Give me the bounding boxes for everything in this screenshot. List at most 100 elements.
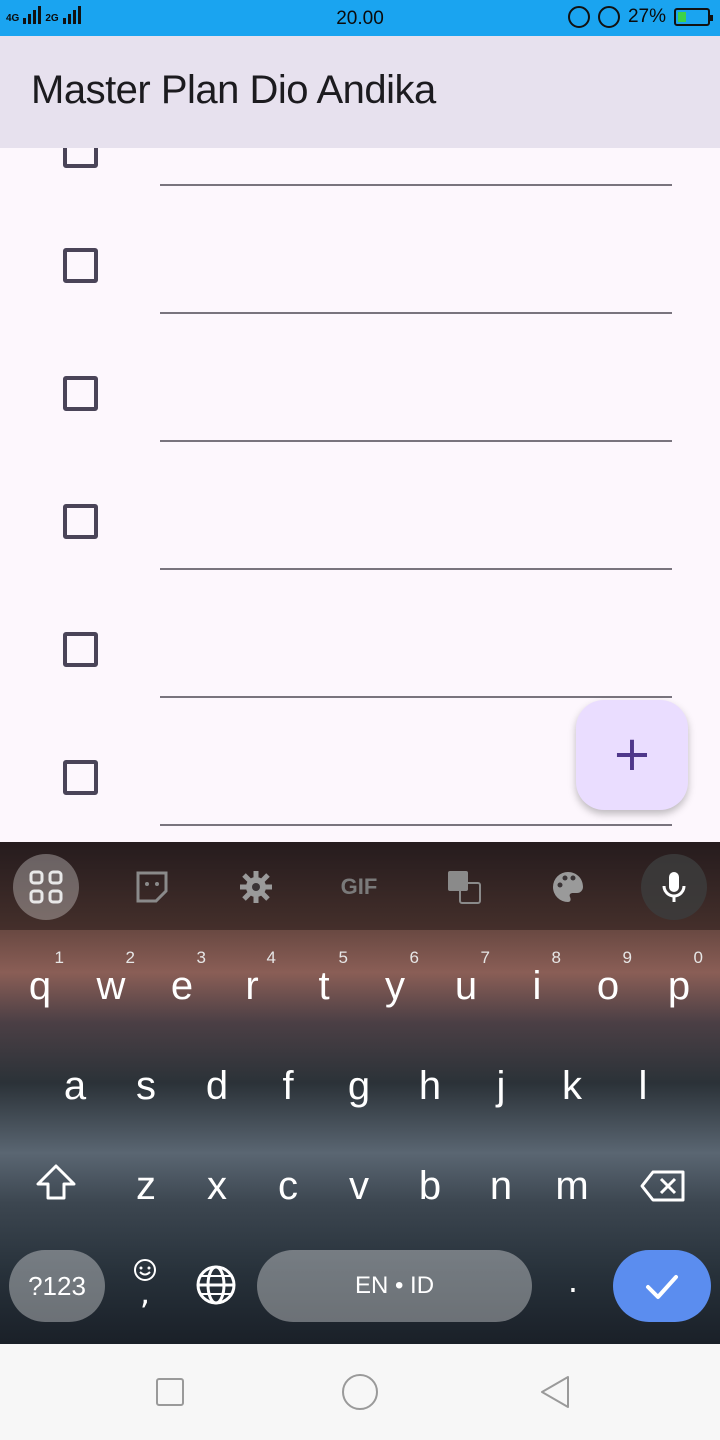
key-label: n (489, 1164, 513, 1208)
key-d[interactable]: d (187, 1042, 247, 1132)
key-label: j (496, 1064, 506, 1108)
key-label: z (136, 1164, 156, 1208)
gif-button[interactable]: GIF (326, 854, 392, 920)
key-hint: 3 (196, 948, 206, 967)
key-v[interactable]: v (329, 1142, 389, 1232)
list-item (0, 148, 720, 314)
key-i[interactable]: i8 (507, 942, 567, 1032)
app-bar: Master Plan Dio Andika (0, 36, 720, 148)
key-label: u (454, 964, 478, 1008)
key-a[interactable]: a (45, 1042, 105, 1132)
key-label: q (28, 964, 52, 1008)
gear-icon[interactable] (223, 854, 289, 920)
key-hint: 4 (266, 948, 276, 967)
key-hint: 5 (338, 948, 348, 967)
key-k[interactable]: k (542, 1042, 602, 1132)
key-label: g (347, 1064, 371, 1108)
key-x[interactable]: x (187, 1142, 247, 1232)
key-p[interactable]: p0 (649, 942, 709, 1032)
key-l[interactable]: l (613, 1042, 673, 1132)
key-q[interactable]: q1 (10, 942, 70, 1032)
key-label: v (349, 1164, 369, 1208)
key-label: e (170, 964, 194, 1008)
comma-label: , (139, 1274, 151, 1312)
key-label: c (278, 1164, 298, 1208)
task-text-field[interactable] (160, 824, 672, 826)
key-n[interactable]: n (471, 1142, 531, 1232)
key-z[interactable]: z (116, 1142, 176, 1232)
key-label: y (385, 964, 405, 1008)
key-label: h (418, 1064, 442, 1108)
sticker-icon[interactable] (119, 854, 185, 920)
key-r[interactable]: r4 (222, 942, 282, 1032)
shift-icon[interactable] (26, 1162, 86, 1222)
key-label: d (205, 1064, 229, 1108)
key-hint: 1 (54, 948, 64, 967)
list-item (0, 404, 720, 570)
key-label: p (667, 964, 691, 1008)
status-bar: 4G 2G 20.00 27% (0, 0, 720, 36)
key-hint: 8 (551, 948, 561, 967)
key-g[interactable]: g (329, 1042, 389, 1132)
key-label: m (555, 1164, 589, 1208)
key-b[interactable]: b (400, 1142, 460, 1232)
key-h[interactable]: h (400, 1042, 460, 1132)
key-hint: 9 (622, 948, 632, 967)
task-checkbox[interactable] (63, 760, 98, 795)
key-label: r (245, 964, 259, 1008)
key-f[interactable]: f (258, 1042, 318, 1132)
circle-icon[interactable] (342, 1374, 378, 1410)
key-s[interactable]: s (116, 1042, 176, 1132)
enter-button[interactable] (613, 1250, 711, 1322)
key-hint: 0 (693, 948, 703, 967)
symbols-key[interactable]: ?123 (9, 1250, 105, 1322)
square-icon[interactable] (156, 1378, 184, 1406)
battery-icon (674, 8, 713, 26)
key-hint: 6 (409, 948, 419, 967)
battery-percent: 27% (627, 6, 666, 27)
key-o[interactable]: o9 (578, 942, 638, 1032)
backspace-icon[interactable] (635, 1168, 691, 1208)
key-j[interactable]: j (471, 1042, 531, 1132)
key-label: x (207, 1164, 227, 1208)
status-right: 27% (567, 6, 713, 28)
battery-level (678, 12, 686, 22)
key-hint: 2 (125, 948, 135, 967)
key-c[interactable]: c (258, 1142, 318, 1232)
key-label: a (63, 1064, 87, 1108)
key-u[interactable]: u7 (436, 942, 496, 1032)
page-title: Master Plan Dio Andika (31, 68, 436, 112)
triangle-back-icon[interactable] (538, 1374, 574, 1410)
key-w[interactable]: w2 (81, 942, 141, 1032)
comma-key[interactable]: , (122, 1254, 168, 1322)
space-bar[interactable]: EN • ID (257, 1250, 532, 1322)
key-t[interactable]: t5 (294, 942, 354, 1032)
list-item (0, 532, 720, 698)
translate-icon[interactable] (431, 854, 497, 920)
key-m[interactable]: m (542, 1142, 602, 1232)
alarm-icon (597, 6, 620, 28)
add-task-button[interactable]: + (576, 700, 688, 810)
soft-keyboard: GIF q1 w2 e3 r4 t5 y6 u7 i8 o9 p0 a s d … (0, 842, 720, 1344)
key-label: b (418, 1164, 442, 1208)
key-label: o (596, 964, 620, 1008)
key-label: t (318, 964, 330, 1008)
globe-icon[interactable] (193, 1264, 239, 1310)
list-item (0, 276, 720, 442)
plus-icon: + (611, 726, 653, 782)
keyboard-toolbar: GIF (0, 842, 720, 930)
microphone-icon[interactable] (641, 854, 707, 920)
screen: 4G 2G 20.00 27% Master Plan Dio Andika +… (0, 0, 720, 1440)
rotation-lock-icon (567, 6, 590, 28)
key-y[interactable]: y6 (365, 942, 425, 1032)
key-label: f (282, 1064, 294, 1108)
key-label: k (562, 1064, 582, 1108)
key-label: i (532, 964, 542, 1008)
palette-icon[interactable] (535, 854, 601, 920)
key-label: w (96, 964, 126, 1008)
key-e[interactable]: e3 (152, 942, 212, 1032)
grid-icon[interactable] (13, 854, 79, 920)
key-label: l (638, 1064, 648, 1108)
key-label: s (136, 1064, 156, 1108)
period-key[interactable]: . (556, 1262, 590, 1312)
